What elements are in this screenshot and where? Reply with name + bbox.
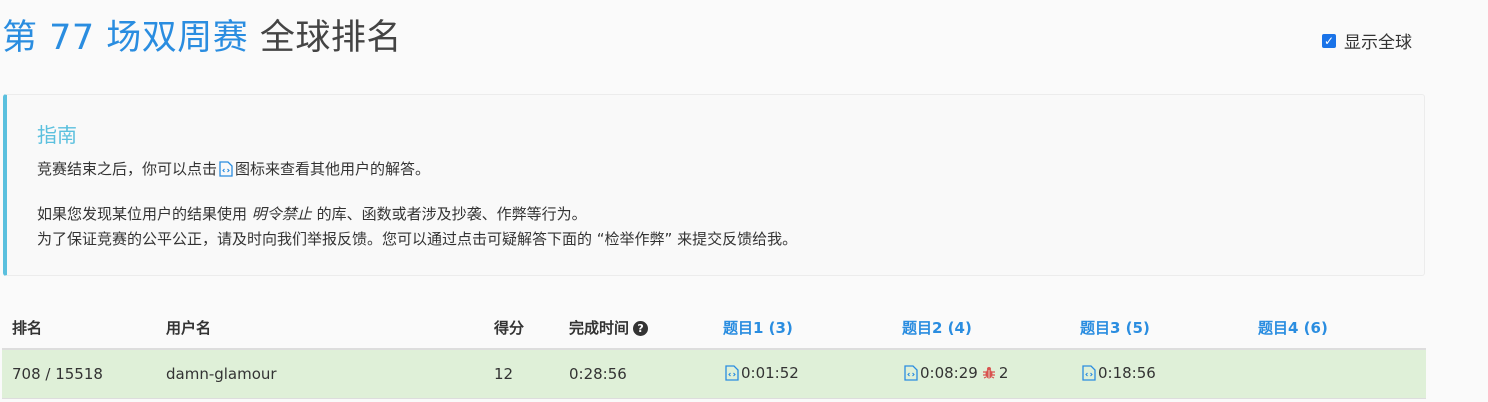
help-icon[interactable]: ? [633,320,649,336]
cell-q4 [1248,349,1426,399]
header-q2[interactable]: 题目2 (4) [892,306,1070,350]
header-q4[interactable]: 题目4 (6) [1248,306,1426,350]
table-header-row: 排名 用户名 得分 完成时间? 题目1 (3) 题目2 (4) 题目3 (5) … [2,306,1426,350]
code-file-icon[interactable] [725,364,739,385]
header-finish-time: 完成时间? [559,306,713,350]
contest-name: 第 77 场双周赛 [2,18,249,58]
cell-q2: 0:08:29 2 [892,349,1070,399]
show-global-label: 显示全球 [1344,33,1412,53]
cell-finish-time: 0:28:56 [559,349,713,399]
q3-time: 0:18:56 [1098,363,1156,382]
table-row: 708 / 15518 damn-glamour 12 0:28:56 0:01… [2,349,1426,399]
guide-line2-emphasis: 明令禁止 [251,205,312,223]
q2-penalty: 2 [998,363,1009,382]
show-global-toggle[interactable]: ✓ 显示全球 [1322,28,1412,53]
cell-score: 12 [484,349,559,399]
cell-q3: 0:18:56 [1070,349,1248,399]
header-q3[interactable]: 题目3 (5) [1070,306,1248,350]
page-title: 第 77 场双周赛 全球排名 [2,14,402,62]
cell-user[interactable]: damn-glamour [156,349,484,399]
guide-line2-before: 如果您发现某位用户的结果使用 [37,205,252,223]
guide-paragraph2: 如果您发现某位用户的结果使用 明令禁止 的库、函数或者涉及抄袭、作弊等行为。 为… [37,202,797,252]
guide-line3: 为了保证竞赛的公平公正，请及时向我们举报反馈。您可以通过点击可疑解答下面的 “检… [37,230,798,248]
bug-icon [982,366,996,382]
header-q1[interactable]: 题目1 (3) [713,306,892,350]
guide-line2-after: 的库、函数或者涉及抄袭、作弊等行为。 [311,205,587,223]
code-file-icon[interactable] [904,364,918,385]
header-finish-time-label: 完成时间 [569,318,630,337]
cell-q1: 0:01:52 [713,349,892,399]
header-rank: 排名 [2,306,156,350]
guide-line1-before: 竞赛结束之后，你可以点击 [37,160,218,178]
code-file-icon [219,161,233,181]
guide-line1: 竞赛结束之后，你可以点击 图标来查看其他用户的解答。 [37,158,430,181]
guide-heading: 指南 [37,123,77,147]
header-score: 得分 [484,306,559,350]
header-user: 用户名 [156,306,484,350]
guide-line1-after: 图标来查看其他用户的解答。 [235,160,431,178]
q1-time: 0:01:52 [741,363,799,382]
cell-rank: 708 / 15518 [2,349,156,399]
q2-time: 0:08:29 [920,363,978,382]
ranking-label: 全球排名 [248,18,402,58]
guide-panel: 指南 竞赛结束之后，你可以点击 图标来查看其他用户的解答。 如果您发现某位用户的结… [3,94,1425,276]
code-file-icon[interactable] [1082,364,1096,385]
checkbox-check-icon[interactable]: ✓ [1322,33,1336,48]
ranking-table: 排名 用户名 得分 完成时间? 题目1 (3) 题目2 (4) 题目3 (5) … [2,306,1426,399]
